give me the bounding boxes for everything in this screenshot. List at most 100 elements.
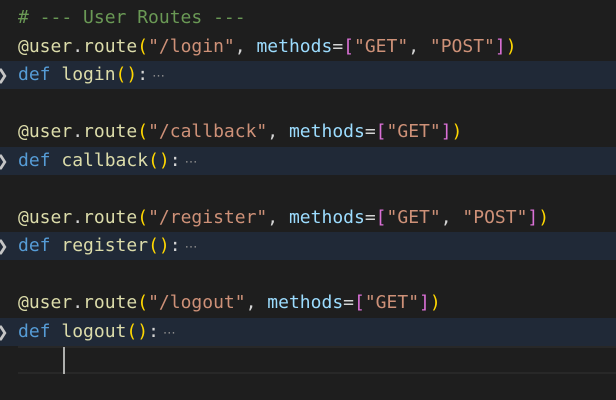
- code-token: ,: [267, 121, 289, 142]
- code-token: "/callback": [148, 121, 268, 142]
- code-token: callback: [61, 149, 149, 171]
- code-text: def callback(): ⋯: [18, 147, 198, 177]
- code-token: ,: [245, 292, 268, 313]
- code-token: register: [61, 235, 149, 256]
- code-token: login: [61, 64, 116, 85]
- code-token: :: [137, 64, 149, 85]
- code-token: .: [72, 292, 84, 313]
- code-token: route: [83, 206, 138, 228]
- code-token: ,: [440, 206, 463, 228]
- code-token: [: [375, 121, 387, 142]
- code-token: def: [18, 64, 51, 85]
- code-text: @user.route("/login", methods=["GET", "P…: [18, 33, 517, 61]
- code-line[interactable]: ❯ def login():⋯: [0, 61, 616, 89]
- chevron-right-icon[interactable]: ❯: [0, 318, 10, 346]
- code-token: ,: [234, 35, 257, 57]
- code-token: :: [148, 320, 159, 342]
- code-token: =: [343, 292, 354, 313]
- code-token: =: [364, 121, 376, 142]
- code-token: route: [83, 292, 138, 313]
- code-token: (: [137, 206, 149, 228]
- chevron-right-icon[interactable]: ❯: [0, 61, 10, 89]
- chevron-right-icon[interactable]: ❯: [0, 232, 10, 260]
- code-token: (): [148, 149, 170, 171]
- code-editor[interactable]: # --- User Routes --- @user.route("/login…: [0, 0, 616, 400]
- code-line[interactable]: ❯ def register(): ⋯: [0, 232, 616, 260]
- code-line-empty[interactable]: [0, 90, 616, 118]
- code-token: methods: [288, 121, 365, 142]
- code-token: .: [72, 206, 84, 228]
- folded-region-ellipsis[interactable]: ⋯: [185, 155, 198, 170]
- code-line[interactable]: ❯ def callback(): ⋯: [0, 146, 616, 177]
- code-line[interactable]: # --- User Routes ---: [0, 4, 616, 32]
- code-token: logout: [61, 320, 127, 342]
- code-token: .: [72, 35, 84, 57]
- code-token: ]: [440, 121, 452, 142]
- code-token: (): [126, 320, 149, 342]
- code-line[interactable]: @user.route("/login", methods=["GET", "P…: [0, 33, 616, 61]
- code-token: "/logout": [148, 292, 246, 313]
- code-token: [: [343, 35, 354, 57]
- code-text: @user.route("/logout", methods=["GET"]): [18, 289, 441, 317]
- code-token: @user: [18, 206, 73, 228]
- code-token: ]: [527, 206, 539, 228]
- chevron-right-icon[interactable]: ❯: [0, 147, 10, 175]
- code-token: ): [505, 35, 517, 57]
- folded-region-ellipsis[interactable]: ⋯: [163, 326, 176, 341]
- code-token: methods: [256, 35, 333, 57]
- code-token: def: [18, 320, 51, 342]
- code-token: [: [354, 292, 365, 313]
- code-token: "/register": [148, 206, 268, 228]
- code-token: (): [115, 64, 138, 85]
- code-token: @user: [18, 35, 73, 57]
- code-token: ): [429, 292, 441, 313]
- code-token: ]: [419, 292, 430, 313]
- code-token: @user: [18, 121, 73, 142]
- code-text: # --- User Routes ---: [18, 4, 246, 32]
- code-token: "POST": [462, 206, 528, 228]
- code-token: (: [137, 35, 149, 57]
- folded-region-ellipsis[interactable]: ⋯: [152, 69, 165, 84]
- code-line[interactable]: @user.route("/logout", methods=["GET"]): [0, 289, 616, 317]
- code-token: ): [538, 206, 550, 228]
- code-token: ]: [494, 35, 506, 57]
- code-line-empty[interactable]: [0, 261, 616, 289]
- code-line[interactable]: ❯ def logout(): ⋯: [0, 317, 616, 348]
- code-token: "/login": [148, 35, 235, 57]
- code-text: @user.route("/callback", methods=["GET"]…: [18, 118, 462, 146]
- code-token: "GET": [386, 121, 441, 142]
- code-token: "GET": [354, 35, 409, 57]
- code-token: (): [148, 235, 170, 256]
- code-token: =: [332, 35, 344, 57]
- code-text: def login(): ⋯: [18, 61, 165, 91]
- code-line[interactable]: @user.route("/register", methods=["GET",…: [0, 204, 616, 232]
- code-token: ,: [408, 35, 430, 57]
- code-token: :: [169, 235, 181, 256]
- code-token: "POST": [429, 35, 495, 57]
- code-token: def: [18, 149, 51, 171]
- code-text: @user.route("/register", methods=["GET",…: [18, 204, 549, 232]
- code-text: def logout(): ⋯: [18, 318, 176, 348]
- code-token: route: [83, 121, 138, 142]
- code-token: ,: [267, 206, 289, 228]
- code-token: methods: [288, 206, 365, 228]
- code-token: [: [375, 206, 387, 228]
- code-token: .: [72, 121, 84, 142]
- code-token: route: [83, 35, 138, 57]
- code-token: =: [364, 206, 376, 228]
- code-line[interactable]: @user.route("/callback", methods=["GET"]…: [0, 118, 616, 146]
- code-token: methods: [267, 292, 344, 313]
- code-token: (: [137, 292, 149, 313]
- code-token: ): [451, 121, 463, 142]
- code-token: def: [18, 235, 51, 256]
- code-token: (: [137, 121, 149, 142]
- code-token: "GET": [386, 206, 441, 228]
- folded-region-ellipsis[interactable]: ⋯: [185, 240, 198, 255]
- code-line-empty[interactable]: [0, 175, 616, 203]
- code-token: @user: [18, 292, 73, 313]
- code-line-empty[interactable]: [0, 346, 616, 374]
